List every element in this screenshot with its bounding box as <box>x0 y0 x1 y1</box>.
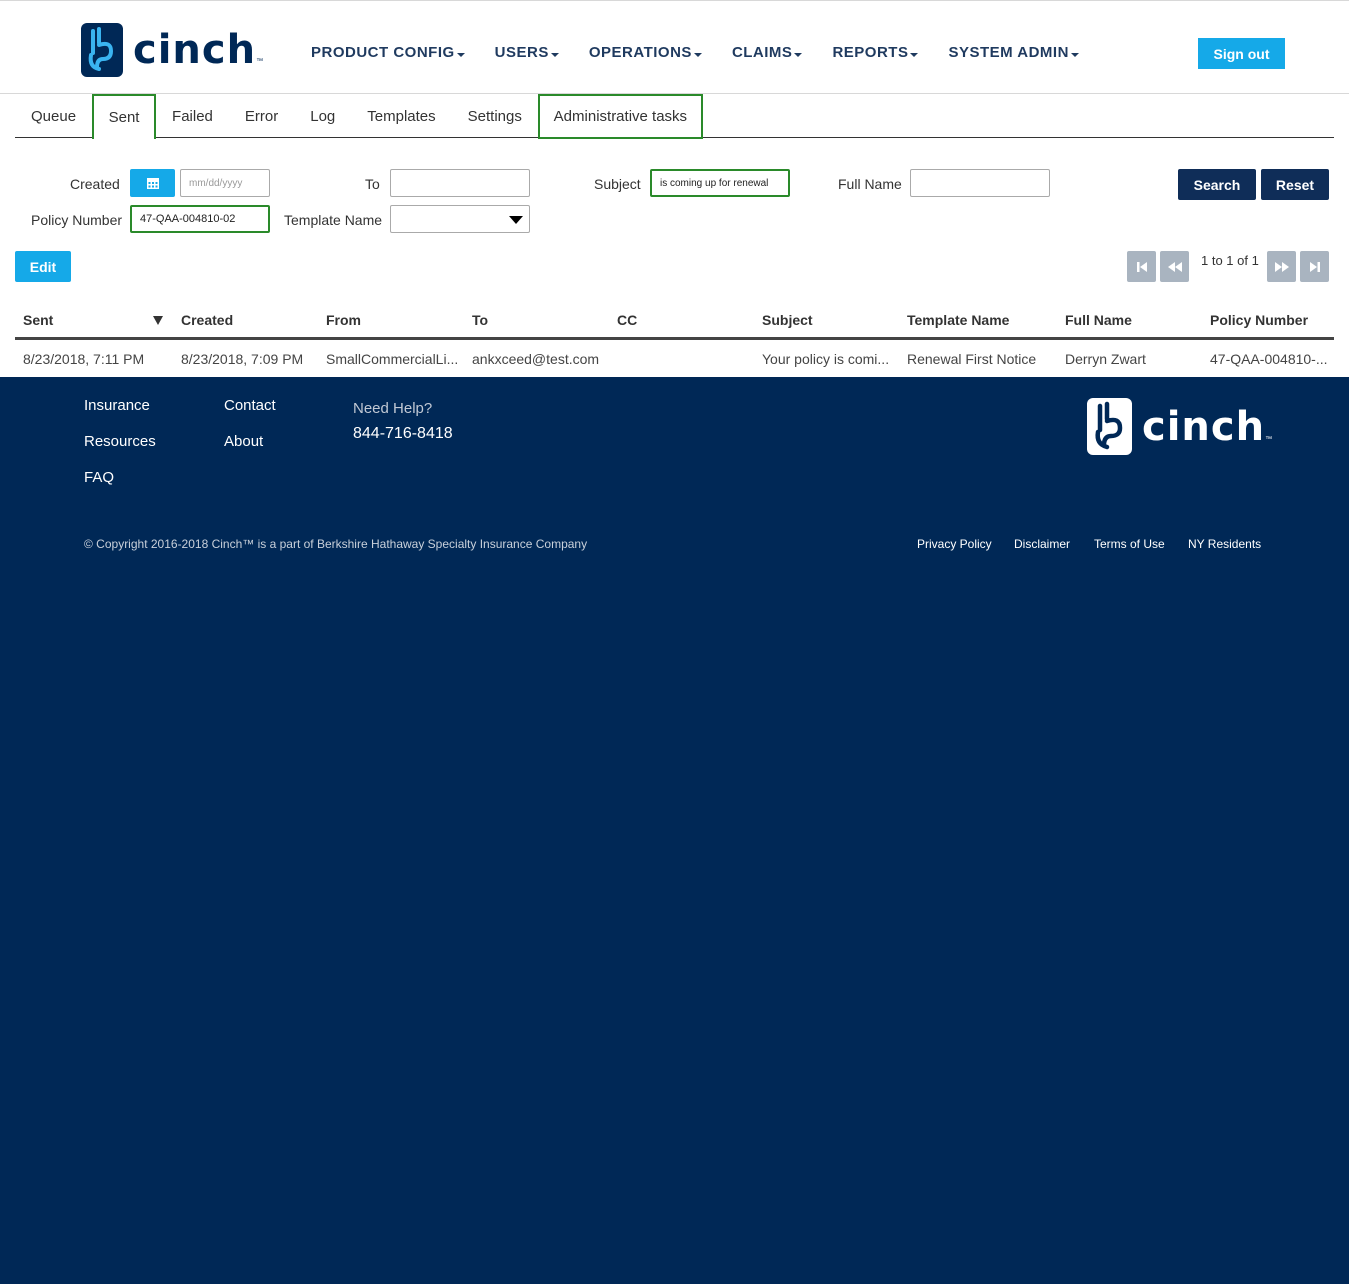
cell-sent: 8/23/2018, 7:11 PM <box>23 351 145 367</box>
top-header: cinch ™ PRODUCT CONFIG USERS OPERATIONS … <box>0 0 1349 94</box>
tab-templates[interactable]: Templates <box>351 94 451 138</box>
chevron-down-icon <box>910 53 919 57</box>
nav-claims[interactable]: CLAIMS <box>732 44 803 61</box>
tab-settings[interactable]: Settings <box>452 94 538 138</box>
footer-brand-name: cinch <box>1142 403 1266 450</box>
email-tabs: Queue Sent Failed Error Log Templates Se… <box>15 94 1334 139</box>
footer-link-resources[interactable]: Resources <box>84 433 156 450</box>
column-header-template-name[interactable]: Template Name <box>907 312 1009 328</box>
nav-system-admin[interactable]: SYSTEM ADMIN <box>948 44 1079 61</box>
calendar-icon <box>146 178 159 189</box>
policy-number-label: Policy Number <box>31 212 123 228</box>
policy-number-input[interactable]: 47-QAA-004810-02 <box>130 205 270 233</box>
reset-button[interactable]: Reset <box>1261 169 1329 200</box>
template-name-label: Template Name <box>284 212 383 228</box>
nav-label: REPORTS <box>832 44 909 61</box>
table-row[interactable]: 8/23/2018, 7:11 PM 8/23/2018, 7:09 PM Sm… <box>15 340 1334 377</box>
subject-input[interactable]: is coming up for renewal <box>650 169 790 197</box>
full-name-input[interactable] <box>910 169 1050 197</box>
column-header-policy-number[interactable]: Policy Number <box>1210 312 1308 328</box>
footer-link-contact[interactable]: Contact <box>224 397 276 414</box>
need-help-label: Need Help? <box>353 400 433 417</box>
tab-failed[interactable]: Failed <box>156 94 229 138</box>
footer-link-privacy-policy[interactable]: Privacy Policy <box>917 537 992 551</box>
nav-label: CLAIMS <box>731 44 793 61</box>
copyright-text: © Copyright 2016-2018 Cinch™ is a part o… <box>84 537 588 551</box>
calendar-button[interactable] <box>130 169 175 197</box>
sign-out-button[interactable]: Sign out <box>1198 38 1285 69</box>
next-page-button[interactable] <box>1267 251 1296 282</box>
brand-tm: ™ <box>256 58 264 65</box>
cell-created: 8/23/2018, 7:09 PM <box>181 351 304 367</box>
site-footer: Insurance Resources FAQ Contact About Ne… <box>0 377 1349 1284</box>
to-input[interactable] <box>390 169 530 197</box>
cell-subject: Your policy is comi... <box>762 351 890 367</box>
cell-template-name: Renewal First Notice <box>907 351 1037 367</box>
tab-queue[interactable]: Queue <box>15 94 92 138</box>
column-header-full-name[interactable]: Full Name <box>1065 312 1132 328</box>
pager-status: 1 to 1 of 1 <box>1201 253 1259 268</box>
main-nav: PRODUCT CONFIG USERS OPERATIONS CLAIMS R… <box>311 44 1109 61</box>
column-header-to[interactable]: To <box>472 312 488 328</box>
cell-policy-number: 47-QAA-004810-... <box>1210 351 1328 367</box>
full-name-label: Full Name <box>838 176 902 192</box>
nav-reports[interactable]: REPORTS <box>832 44 919 61</box>
to-label: To <box>365 176 380 192</box>
template-name-select[interactable] <box>390 205 530 233</box>
cinch-hand-icon <box>1087 398 1132 455</box>
nav-users[interactable]: USERS <box>495 44 559 61</box>
subject-label: Subject <box>594 176 641 192</box>
footer-link-faq[interactable]: FAQ <box>84 469 114 486</box>
chevron-down-icon <box>456 53 465 57</box>
chevron-down-icon <box>1070 53 1079 57</box>
cinch-logo[interactable]: cinch ™ <box>81 23 263 77</box>
created-label: Created <box>70 176 120 192</box>
footer-cinch-logo[interactable]: cinch ™ <box>1087 398 1272 455</box>
footer-link-ny-residents[interactable]: NY Residents <box>1188 537 1261 551</box>
column-header-sent[interactable]: Sent <box>23 312 53 328</box>
tab-error[interactable]: Error <box>229 94 294 138</box>
cell-from: SmallCommercialLi... <box>326 351 459 367</box>
nav-label: SYSTEM ADMIN <box>948 44 1069 61</box>
tab-log[interactable]: Log <box>294 94 351 138</box>
rewind-icon <box>1167 261 1182 272</box>
chevron-down-icon <box>794 53 803 57</box>
created-date-input[interactable]: mm/dd/yyyy <box>180 169 270 197</box>
column-header-cc[interactable]: CC <box>617 312 637 328</box>
cell-to: ankxceed@test.com <box>472 351 600 367</box>
tab-administrative-tasks[interactable]: Administrative tasks <box>537 94 703 139</box>
column-header-created[interactable]: Created <box>181 312 233 328</box>
footer-link-about[interactable]: About <box>224 433 263 450</box>
fast-forward-icon <box>1274 261 1289 272</box>
column-header-subject[interactable]: Subject <box>762 312 813 328</box>
column-header-from[interactable]: From <box>326 312 361 328</box>
last-page-icon <box>1309 261 1320 272</box>
last-page-button[interactable] <box>1300 251 1329 282</box>
tab-sent[interactable]: Sent <box>92 94 157 139</box>
footer-link-insurance[interactable]: Insurance <box>84 397 150 414</box>
previous-page-button[interactable] <box>1160 251 1189 282</box>
edit-button[interactable]: Edit <box>15 251 71 282</box>
footer-brand-tm: ™ <box>1265 436 1273 443</box>
nav-operations[interactable]: OPERATIONS <box>589 44 702 61</box>
nav-product-config[interactable]: PRODUCT CONFIG <box>311 44 465 61</box>
nav-label: OPERATIONS <box>588 44 692 61</box>
table-header: Sent Created From To CC Subject Template… <box>15 302 1334 340</box>
nav-label: PRODUCT CONFIG <box>311 44 455 61</box>
chevron-down-icon <box>550 53 559 57</box>
help-phone-number[interactable]: 844-716-8418 <box>353 425 453 443</box>
first-page-icon <box>1136 261 1147 272</box>
cinch-hand-icon <box>81 23 123 77</box>
search-button[interactable]: Search <box>1178 169 1256 200</box>
sort-descending-icon[interactable] <box>153 316 163 325</box>
footer-link-disclaimer[interactable]: Disclaimer <box>1014 537 1070 551</box>
cell-full-name: Derryn Zwart <box>1065 351 1146 367</box>
first-page-button[interactable] <box>1127 251 1156 282</box>
chevron-down-icon <box>693 53 702 57</box>
footer-link-terms-of-use[interactable]: Terms of Use <box>1094 537 1165 551</box>
dropdown-arrow-icon <box>509 216 523 224</box>
brand-name: cinch <box>133 27 257 73</box>
nav-label: USERS <box>494 44 549 61</box>
